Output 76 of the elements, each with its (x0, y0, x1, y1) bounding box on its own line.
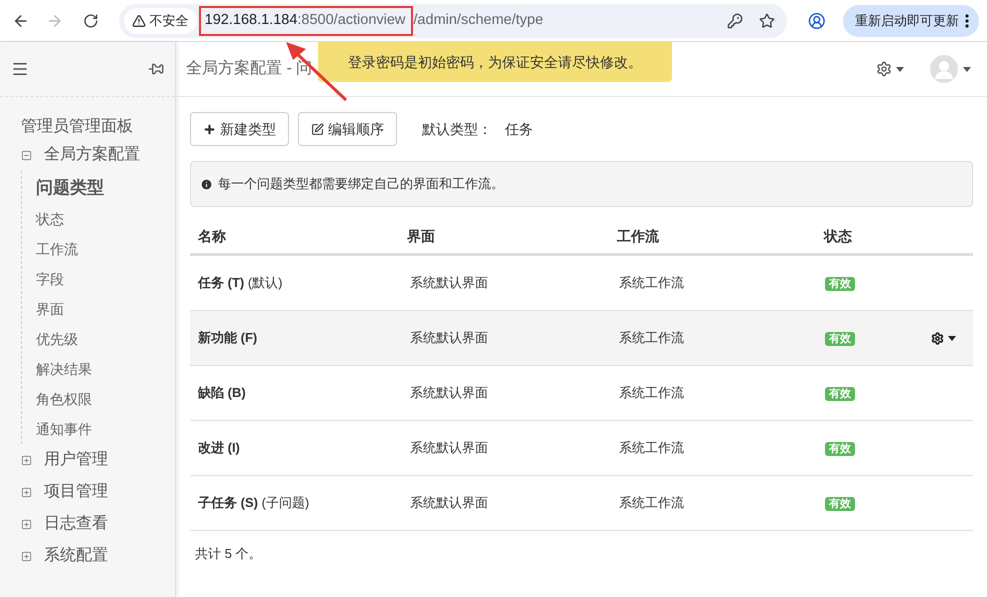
table-cell-text: 新功能 (F) (198, 329, 258, 348)
status-badge: 有效 (825, 497, 855, 512)
column-header: 状态 (824, 226, 853, 246)
sidebar-group[interactable]: 全局方案配置 (21, 139, 175, 171)
sidebar-item[interactable]: 通知事件 (36, 414, 175, 444)
pin-icon[interactable] (148, 61, 164, 77)
table-cell-text: 任务 (T) (默认) (198, 274, 284, 292)
url-path: :8500/actionview (297, 10, 406, 30)
sidebar-group[interactable]: 系统配置 (21, 540, 175, 572)
settings-menu[interactable] (876, 61, 904, 77)
edit-order-button[interactable]: 编辑顺序 (298, 112, 397, 146)
default-type-label: 默认类型： (422, 120, 492, 138)
table-cell-text: 系统默认界面 (410, 329, 489, 348)
profile-icon[interactable] (808, 12, 826, 30)
security-label: 不安全 (150, 12, 189, 30)
expand-icon (21, 454, 32, 466)
star-icon[interactable] (759, 12, 776, 28)
expand-icon (21, 486, 32, 498)
default-type-value: 任务 (505, 120, 533, 138)
edit-icon (311, 122, 324, 136)
sidebar-group[interactable]: 项目管理 (21, 476, 175, 508)
total-count: 共计 5 个。 (195, 545, 262, 563)
table-cell-text: 缺陷 (B) (198, 384, 247, 402)
address-bar[interactable]: 不安全 192.168.1.184:8500/actionview /admin/scheme/type (118, 4, 788, 38)
warning-icon (132, 14, 146, 28)
table-cell-text: 系统默认界面 (410, 439, 489, 458)
sidebar-item[interactable]: 界面 (36, 294, 175, 324)
table-cell-text: 系统默认界面 (410, 274, 489, 292)
table-cell-text: 系统工作流 (619, 329, 685, 348)
sidebar-item[interactable]: 字段 (36, 264, 175, 294)
table-cell-text: 系统工作流 (619, 494, 685, 512)
table-cell-text: 子任务 (S) (子问题) (198, 494, 310, 512)
sidebar-group[interactable]: 用户管理 (21, 444, 175, 476)
collapse-icon (21, 150, 32, 160)
column-header: 名称 (198, 226, 227, 246)
sidebar-item[interactable]: 解决结果 (36, 354, 175, 384)
sidebar-item[interactable]: 角色权限 (36, 384, 175, 414)
reload-icon[interactable] (83, 12, 99, 28)
url-path: /admin/scheme/type (413, 10, 544, 30)
table-cell-text: 改进 (I) (198, 439, 241, 458)
status-badge: 有效 (825, 442, 855, 456)
key-icon[interactable] (727, 12, 744, 28)
expand-icon (21, 518, 32, 530)
sidebar-item[interactable]: 状态 (36, 204, 175, 234)
expand-icon (21, 550, 32, 562)
menu-icon[interactable] (11, 60, 29, 78)
table-cell-text: 系统工作流 (619, 439, 685, 458)
info-icon (200, 178, 213, 190)
status-badge: 有效 (825, 277, 855, 292)
column-header: 界面 (407, 226, 436, 246)
annotation-arrow (284, 40, 348, 102)
sidebar-group[interactable]: 日志查看 (21, 508, 175, 540)
table-cell-text: 系统工作流 (619, 384, 685, 402)
sidebar-title: 管理员管理面板 (21, 117, 134, 137)
info-text: 每一个问题类型都需要绑定自己的界面和工作流。 (218, 175, 504, 194)
table-row[interactable]: 新功能 (F) 系统默认界面 系统工作流 有效 (190, 311, 973, 366)
security-chip[interactable]: 不安全 (124, 8, 197, 34)
caret-icon (948, 336, 956, 340)
url-host: 192.168.1.184 (204, 10, 298, 30)
sidebar-item[interactable]: 问题类型 (36, 171, 175, 204)
more-icon (964, 14, 969, 28)
caret-icon (896, 66, 904, 72)
table-cell-text: 系统默认界面 (410, 384, 489, 402)
caret-icon (963, 66, 971, 72)
update-button[interactable]: 重新启动即可更新 (842, 4, 979, 36)
sidebar-item[interactable]: 工作流 (36, 234, 175, 264)
status-badge: 有效 (825, 332, 855, 346)
table-cell-text: 系统默认界面 (410, 494, 489, 512)
plus-icon (203, 122, 216, 136)
table-cell-text: 系统工作流 (619, 274, 685, 292)
sidebar-item[interactable]: 优先级 (36, 324, 175, 354)
new-type-button[interactable]: 新建类型 (190, 112, 289, 146)
toast-message: 登录密码是初始密码，为保证安全请尽快修改。 (318, 42, 672, 82)
column-header: 工作流 (617, 226, 660, 246)
row-settings-menu[interactable] (931, 332, 956, 344)
status-badge: 有效 (825, 387, 855, 402)
